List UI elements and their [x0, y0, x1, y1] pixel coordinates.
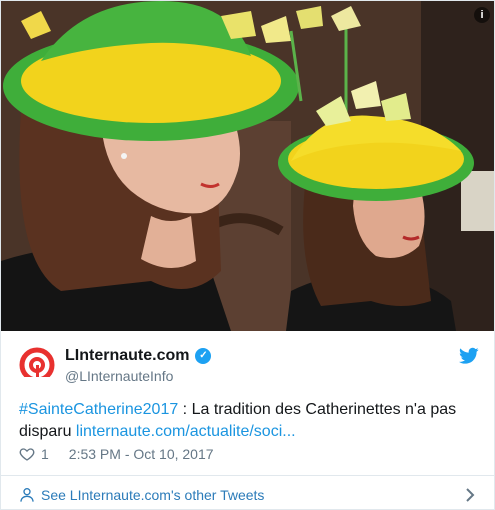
- like-count[interactable]: 1: [41, 446, 49, 462]
- article-link[interactable]: linternaute.com/actualite/soci...: [76, 423, 296, 440]
- other-tweets-label[interactable]: See LInternaute.com's other Tweets: [41, 487, 264, 503]
- photo-illustration: [1, 1, 494, 331]
- tweet-text: #SainteCatherine2017 : La tradition des …: [19, 399, 481, 443]
- author-name-line[interactable]: LInternaute.com ✓: [65, 347, 212, 365]
- embedded-tweet-card: i LInternaute.com ✓ @LInternauteInfo #Sa…: [0, 0, 495, 510]
- person-icon: [20, 488, 34, 502]
- author-name[interactable]: LInternaute.com: [65, 347, 189, 365]
- avatar[interactable]: [19, 347, 55, 383]
- tweet-header: LInternaute.com ✓ @LInternauteInfo: [19, 345, 479, 389]
- info-icon[interactable]: i: [474, 7, 490, 23]
- other-tweets-link[interactable]: See LInternaute.com's other Tweets: [19, 485, 479, 505]
- verified-badge-icon: ✓: [195, 348, 212, 364]
- chevron-right-icon[interactable]: [465, 487, 475, 503]
- author-handle[interactable]: @LInternauteInfo: [65, 368, 173, 384]
- linternaute-logo-icon: [19, 347, 55, 383]
- tweet-meta: 1 2:53 PM - Oct 10, 2017: [19, 446, 214, 462]
- heart-icon[interactable]: [19, 446, 35, 462]
- twitter-bird-icon[interactable]: [459, 347, 479, 365]
- timestamp[interactable]: 2:53 PM - Oct 10, 2017: [69, 446, 214, 462]
- tweet-photo[interactable]: i: [1, 1, 494, 331]
- divider: [1, 475, 494, 476]
- hashtag-link[interactable]: #SainteCatherine2017: [19, 401, 178, 418]
